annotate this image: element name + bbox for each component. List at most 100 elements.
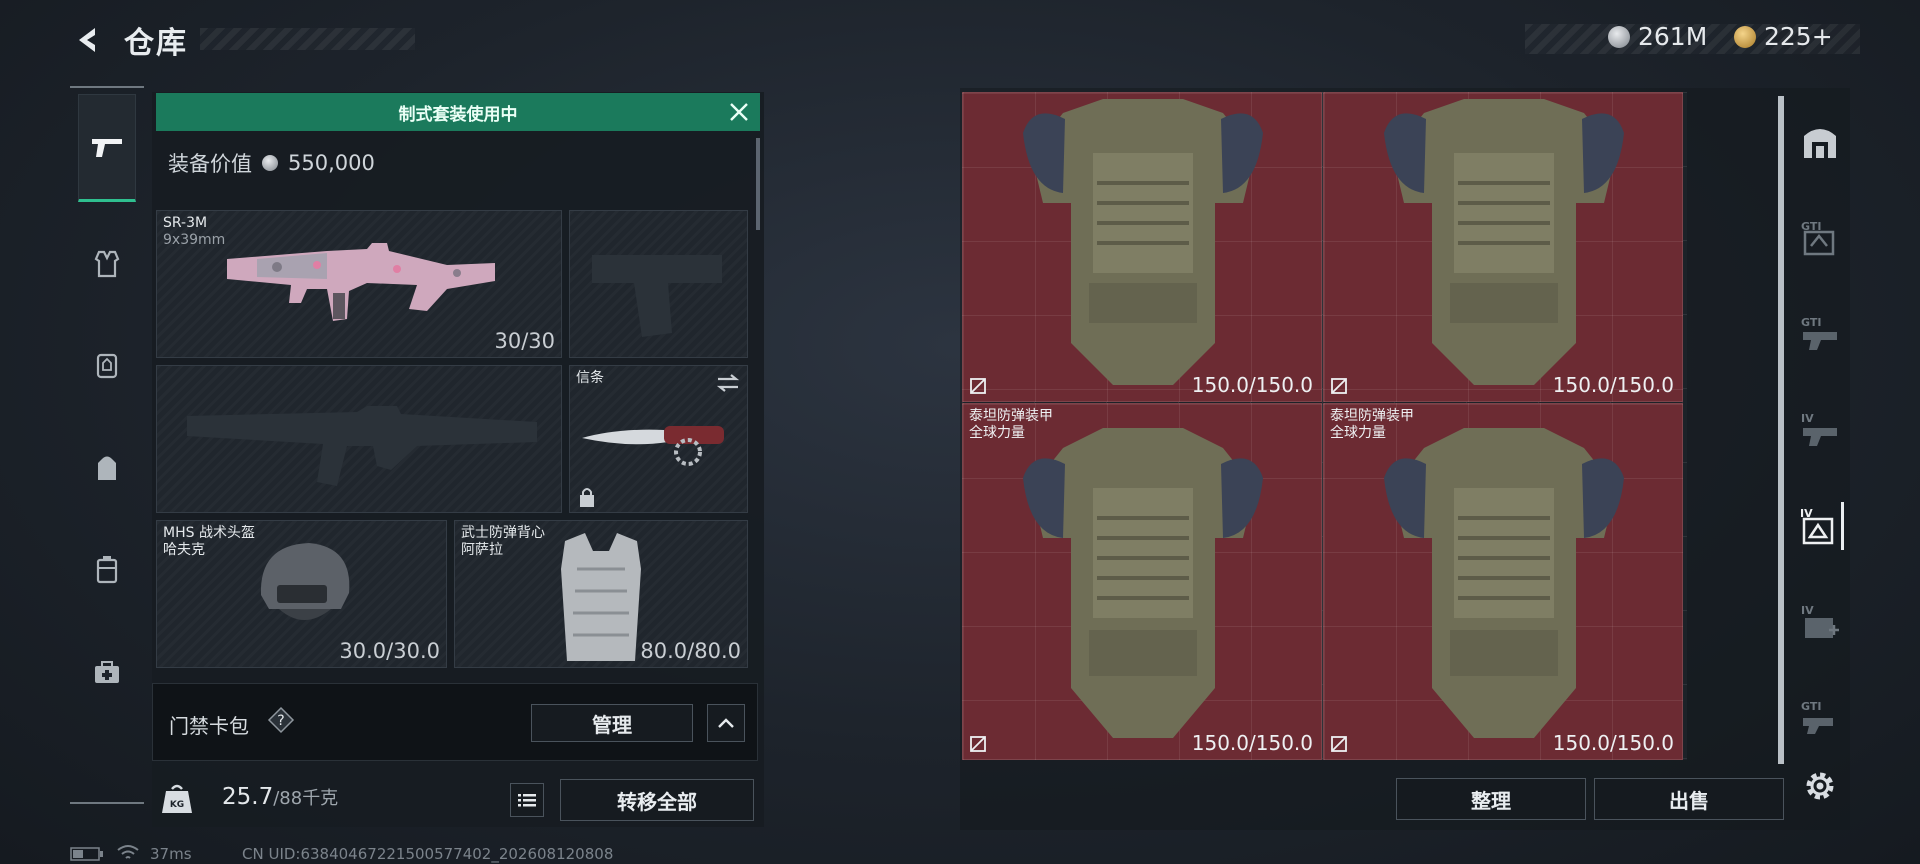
pistol-icon (92, 139, 122, 157)
collapse-button[interactable] (707, 704, 745, 742)
titan-armor-image (1023, 428, 1263, 738)
pistol-placeholder-icon (592, 255, 722, 337)
carry-weight: 25.7/88千克 (222, 784, 338, 810)
nav-vests[interactable] (78, 210, 136, 318)
equipment-value-label: 装备价值 (168, 152, 252, 176)
list-view-button[interactable] (510, 783, 544, 817)
nav-containers[interactable] (78, 516, 136, 624)
vest-durability: 80.0/80.0 (640, 639, 741, 663)
close-icon[interactable] (726, 99, 752, 125)
container-icon (96, 556, 118, 584)
equipment-value: 装备价值 550,000 (168, 148, 375, 178)
ping-readout: 37ms (150, 845, 192, 863)
banner-text: 制式套装使用中 (398, 104, 518, 125)
back-arrow-icon (79, 28, 95, 52)
swap-icon[interactable] (715, 372, 741, 394)
helmet-filter-icon: GTI (1801, 220, 1835, 256)
loadout-footer: KG 25.7/88千克 转移全部 (152, 769, 764, 827)
no-insurance-icon (970, 736, 986, 752)
filter-all[interactable] (1796, 118, 1844, 166)
filter-medical[interactable]: IV (1796, 598, 1844, 646)
svg-text:?: ? (277, 713, 284, 729)
carry-weight-max: /88千克 (273, 788, 339, 809)
storage-vault-icon (1804, 129, 1836, 158)
vest-brand: 阿萨拉 (461, 542, 503, 558)
gold-currency[interactable]: 225+ (1734, 22, 1833, 51)
carry-weight-current: 25.7 (222, 784, 274, 810)
svg-text:KG: KG (170, 800, 184, 810)
storage-item[interactable]: 泰坦防弹装甲 全球力量 150.0/150.0 (1323, 403, 1683, 760)
storage-item[interactable]: 泰坦防弹装甲 全球力量 150.0/150.0 (962, 403, 1322, 760)
nav-backpacks[interactable] (78, 414, 136, 522)
primary-weapon-slot[interactable]: SR-3M 9x39mm 30/30 (156, 210, 562, 358)
back-button[interactable] (70, 22, 106, 58)
titan-armor-image (1023, 99, 1263, 385)
secondary-weapon-slot[interactable] (569, 210, 748, 358)
helmet-durability: 30.0/30.0 (339, 639, 440, 663)
storage-item[interactable]: 150.0/150.0 (962, 92, 1322, 402)
lock-icon (580, 488, 594, 507)
header-decoration (200, 28, 415, 50)
titan-armor-image (1384, 428, 1624, 738)
titan-armor-image (1384, 99, 1624, 385)
keycard-case-label: 门禁卡包 (169, 714, 249, 738)
settings-button[interactable] (1796, 762, 1844, 810)
rifle-placeholder-icon (187, 406, 537, 486)
silver-currency[interactable]: 261M (1608, 22, 1707, 51)
vest-name: 武士防弹背心 (461, 525, 545, 541)
svg-text:GTI: GTI (1801, 316, 1821, 329)
sell-button[interactable]: 出售 (1594, 778, 1784, 820)
keycard-case-row: 门禁卡包 ? 管理 (152, 683, 758, 761)
left-category-nav (70, 86, 144, 806)
item-durability: 150.0/150.0 (1552, 731, 1674, 755)
item-durability: 150.0/150.0 (1191, 731, 1313, 755)
nav-weapons[interactable] (78, 94, 136, 202)
sort-button[interactable]: 整理 (1396, 778, 1586, 820)
help-icon[interactable]: ? (267, 706, 295, 734)
equipment-value-amount: 550,000 (288, 151, 375, 175)
transfer-all-button[interactable]: 转移全部 (560, 779, 754, 821)
item-brand: 全球力量 (969, 425, 1025, 441)
armor-tier-icon: IV (1800, 507, 1833, 545)
helmet-brand: 哈夫克 (163, 542, 205, 558)
helmet-slot[interactable]: MHS 战术头盔 哈夫克 30.0/30.0 (156, 520, 447, 668)
svg-text:GTI: GTI (1801, 700, 1821, 713)
item-durability: 150.0/150.0 (1191, 373, 1313, 397)
uid-readout: CN UID:63840467221500577402_202608120808 (242, 845, 614, 863)
item-name: 泰坦防弹装甲 (1330, 408, 1414, 424)
list-icon (518, 794, 536, 807)
storage-item[interactable]: 150.0/150.0 (1323, 92, 1683, 402)
filter-helmets[interactable]: GTI (1796, 214, 1844, 262)
melee-slot[interactable]: 信条 (569, 365, 748, 513)
vest-icon (94, 250, 120, 278)
loadout-scrollbar[interactable] (756, 138, 760, 230)
combat-knife-image (582, 426, 724, 466)
secondary-rifle-slot[interactable] (156, 365, 562, 513)
item-durability: 150.0/150.0 (1552, 373, 1674, 397)
item-name: 泰坦防弹装甲 (969, 408, 1053, 424)
weapon-filter-icon: GTI (1801, 316, 1837, 350)
gold-coin-icon (1734, 25, 1756, 48)
armor-filter-icon: IV (1801, 412, 1837, 446)
filter-gear[interactable]: GTI (1796, 694, 1844, 742)
storage-scrollbar[interactable] (1778, 96, 1784, 764)
helmet-name: MHS 战术头盔 (163, 525, 255, 541)
filter-armor-tier[interactable]: IV (1796, 502, 1844, 550)
weight-icon: KG (162, 784, 192, 813)
sr3m-rifle-image (227, 243, 495, 321)
nav-armor-rigs[interactable] (78, 312, 136, 420)
no-insurance-icon (1331, 736, 1347, 752)
vest-slot[interactable]: 武士防弹背心 阿萨拉 80.0/80.0 (454, 520, 748, 668)
filter-weapons[interactable]: GTI (1796, 310, 1844, 358)
nav-medkits[interactable] (78, 618, 136, 726)
weapon-ammo: 30/30 (494, 329, 555, 353)
storage-filter-nav: GTI GTI IV IV IV GTI (1790, 92, 1850, 812)
body-vest-image (561, 533, 641, 661)
filter-armor[interactable]: IV (1796, 406, 1844, 454)
page-title: 仓库 (124, 26, 188, 61)
silver-coin-icon (262, 155, 278, 171)
gear-filter-icon: GTI (1801, 700, 1833, 734)
settings-gear-icon (1806, 772, 1834, 800)
manage-button[interactable]: 管理 (531, 704, 693, 742)
no-insurance-icon (970, 378, 986, 394)
